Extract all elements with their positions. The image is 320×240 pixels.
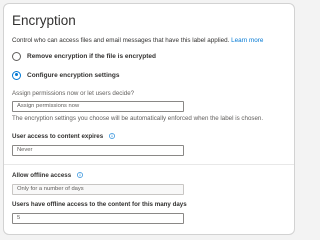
info-icon[interactable]: [76, 172, 83, 178]
encryption-panel: Encryption Control who can access files …: [3, 3, 295, 235]
assign-question-label: Assign permissions now or let users deci…: [12, 90, 135, 97]
radio-button-unchecked[interactable]: [12, 51, 21, 61]
learn-more-link[interactable]: Learn more: [231, 37, 263, 44]
days-input[interactable]: 5: [12, 213, 184, 224]
radio-label-remove: Remove encryption if the file is encrypt…: [27, 52, 156, 60]
days-label: Users have offline access to the content…: [12, 201, 187, 208]
radio-label-configure: Configure encryption settings: [27, 71, 120, 79]
radio-remove-encryption[interactable]: Remove encryption if the file is encrypt…: [12, 50, 156, 62]
page-title: Encryption: [12, 13, 76, 28]
radio-configure-encryption[interactable]: Configure encryption settings: [12, 69, 119, 81]
expires-dropdown[interactable]: Never: [12, 145, 184, 156]
radio-button-checked[interactable]: [12, 70, 21, 80]
expires-label: User access to content expires: [12, 133, 115, 140]
divider: [4, 164, 294, 165]
assign-hint: The encryption settings you choose will …: [12, 115, 264, 122]
assign-permissions-dropdown[interactable]: Assign permissions now: [12, 101, 184, 112]
offline-dropdown[interactable]: Only for a number of days: [12, 184, 184, 195]
offline-label-text: Allow offline access: [12, 172, 72, 179]
description-text: Control who can access files and email m…: [12, 37, 263, 44]
description: Control who can access files and email m…: [12, 37, 230, 44]
info-icon[interactable]: [108, 133, 115, 139]
expires-label-text: User access to content expires: [12, 133, 104, 140]
offline-label: Allow offline access: [12, 172, 83, 179]
